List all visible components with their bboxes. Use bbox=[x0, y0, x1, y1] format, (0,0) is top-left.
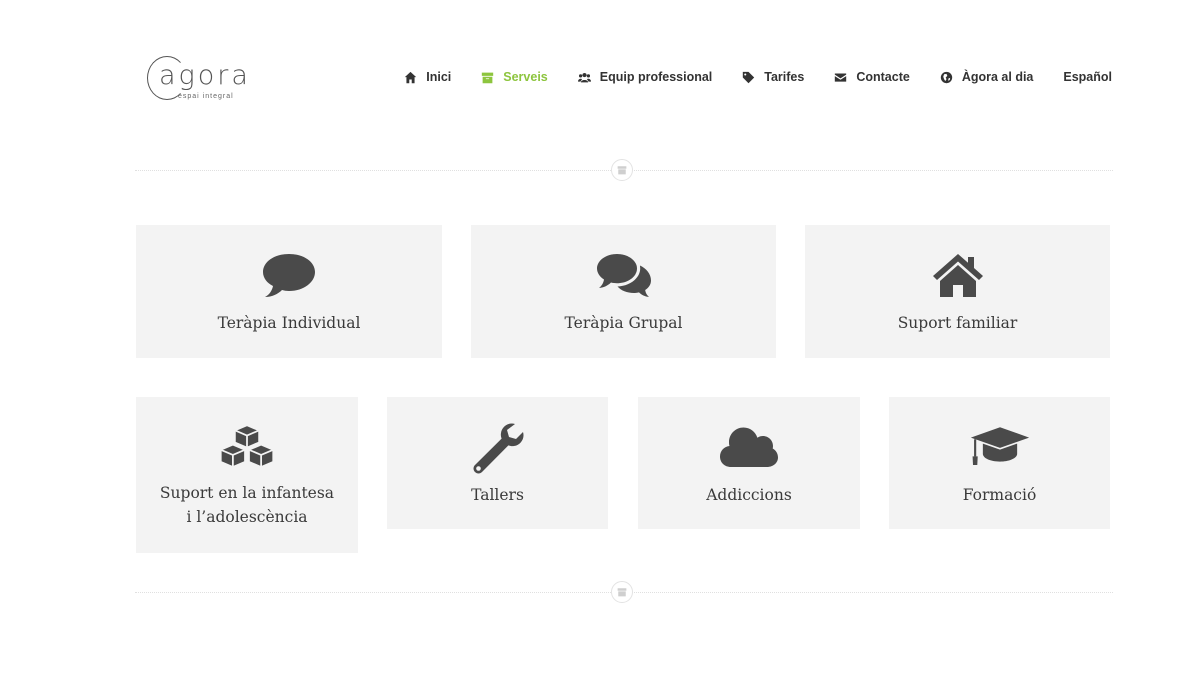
nav-item-agora-al-dia[interactable]: Àgora al dia bbox=[940, 67, 1034, 87]
home-icon bbox=[928, 251, 988, 299]
nav-item-tarifes[interactable]: Tarifes bbox=[742, 67, 804, 87]
service-card-suport-infantesa[interactable]: Suport en la infantesa i l’adolescència bbox=[136, 397, 358, 553]
service-label: Suport familiar bbox=[897, 314, 1018, 332]
service-label: Suport en la infantesa i l’adolescència bbox=[159, 484, 335, 526]
service-card-addiccions[interactable]: Addiccions bbox=[638, 397, 860, 529]
nav-item-language[interactable]: Español bbox=[1063, 67, 1112, 87]
service-label: Teràpia Individual bbox=[217, 314, 361, 332]
divider-archive-icon bbox=[611, 159, 633, 181]
archive-icon bbox=[481, 71, 494, 84]
divider-archive-icon bbox=[611, 581, 633, 603]
service-card-formacio[interactable]: Formació bbox=[889, 397, 1110, 529]
nav-label: Serveis bbox=[503, 70, 548, 84]
main-nav: Inici Serveis Equip professional Tarifes… bbox=[374, 67, 1112, 87]
service-label: Formació bbox=[962, 486, 1037, 504]
cubes-icon bbox=[217, 423, 277, 471]
service-label: Teràpia Grupal bbox=[564, 314, 683, 332]
nav-label: Tarifes bbox=[764, 70, 805, 84]
service-label: Tallers bbox=[471, 486, 524, 504]
service-label: Addiccions bbox=[706, 486, 792, 504]
nav-label: Equip professional bbox=[599, 70, 713, 84]
service-card-tallers[interactable]: Tallers bbox=[387, 397, 608, 529]
tag-icon bbox=[742, 71, 755, 84]
wrench-icon bbox=[468, 423, 528, 474]
nav-item-inici[interactable]: Inici bbox=[404, 67, 451, 87]
nav-label: Àgora al dia bbox=[961, 70, 1034, 84]
graduation-cap-icon bbox=[970, 423, 1030, 471]
nav-label: Contacte bbox=[856, 70, 910, 84]
nav-label: Español bbox=[1063, 70, 1112, 84]
page: agora espai integral Inici Serveis Equip… bbox=[0, 0, 1200, 675]
logo-tagline: espai integral bbox=[178, 93, 234, 100]
nav-label: Inici bbox=[426, 70, 452, 84]
users-icon bbox=[577, 71, 591, 84]
nav-item-contacte[interactable]: Contacte bbox=[834, 67, 910, 87]
service-card-terapia-grupal[interactable]: Teràpia Grupal bbox=[471, 225, 776, 358]
service-card-suport-familiar[interactable]: Suport familiar bbox=[805, 225, 1110, 358]
service-card-terapia-individual[interactable]: Teràpia Individual bbox=[136, 225, 442, 358]
home-icon bbox=[404, 71, 417, 84]
site-logo[interactable]: agora espai integral bbox=[145, 56, 255, 104]
logo-word: agora bbox=[159, 60, 251, 91]
comments-icon bbox=[594, 251, 654, 299]
comment-icon bbox=[259, 251, 319, 299]
globe-icon bbox=[940, 71, 953, 84]
envelope-icon bbox=[834, 71, 847, 84]
nav-item-serveis[interactable]: Serveis bbox=[481, 67, 548, 87]
nav-item-equip-professional[interactable]: Equip professional bbox=[577, 67, 713, 87]
cloud-icon bbox=[719, 423, 779, 471]
